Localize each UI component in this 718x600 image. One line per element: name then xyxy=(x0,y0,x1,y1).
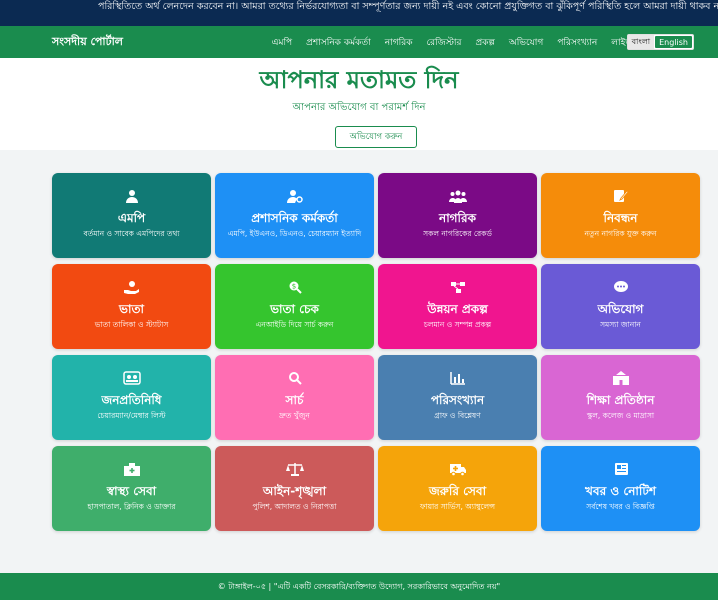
complain-button[interactable]: অভিযোগ করুন xyxy=(335,126,417,148)
feature-card-11[interactable]: পরিসংখ্যান গ্রাফ ও বিশ্লেষণ xyxy=(378,355,537,440)
feature-card-3[interactable]: নাগরিক সকল নাগরিকের রেকর্ড xyxy=(378,173,537,258)
nav-link-statistics[interactable]: পরিসংখ্যান xyxy=(557,35,597,50)
feature-card-13[interactable]: স্বাস্থ্য সেবা হাসপাতাল, ক্লিনিক ও ডাক্তা… xyxy=(52,446,211,531)
notice-ticker: পরিস্থিতিতে অর্থ লেনদেন করবেন না। আমরা ত… xyxy=(0,0,718,26)
lang-bangla-button[interactable]: বাংলা xyxy=(627,35,655,49)
feature-card-6[interactable]: $ ভাতা চেক এনআইডি দিয়ে সার্চ করুন xyxy=(215,264,374,349)
feature-card-14[interactable]: আইন-শৃঙ্খলা পুলিশ, আদালত ও নিরাপত্তা xyxy=(215,446,374,531)
nav-link-projects[interactable]: প্রকল্প xyxy=(475,35,494,50)
lang-english-button[interactable]: English xyxy=(654,35,693,49)
card-description: সকল নাগরিকের রেকর্ড xyxy=(423,229,492,238)
hero-subtitle: আপনার অভিযোগ বা পরামর্শ দিন xyxy=(292,102,426,113)
feature-card-9[interactable]: জনপ্রতিনিধি চেয়ারম্যান/মেম্বার লিস্ট xyxy=(52,355,211,440)
card-title: নাগরিক xyxy=(439,211,476,225)
card-title: সার্চ xyxy=(285,393,304,407)
feature-card-5[interactable]: ভাতা ভাতা তালিকা ও স্ট্যাটাস xyxy=(52,264,211,349)
card-description: বর্তমান ও সাবেক এমপিদের তথ্য xyxy=(83,229,180,238)
card-description: স্কুল, কলেজ ও মাদ্রাসা xyxy=(586,411,655,420)
card-description: গ্রাফ ও বিশ্লেষণ xyxy=(434,411,481,420)
card-description: এমপি, ইউএনও, ডিএনও, চেয়ারম্যান ইত্যাদি xyxy=(227,229,362,238)
feature-card-12[interactable]: শিক্ষা প্রতিষ্ঠান স্কুল, কলেজ ও মাদ্রাসা xyxy=(541,355,700,440)
feature-card-10[interactable]: সার্চ দ্রুত খুঁজুন xyxy=(215,355,374,440)
card-description: পুলিশ, আদালত ও নিরাপত্তা xyxy=(252,502,337,511)
nav-link-officials[interactable]: প্রশাসনিক কর্মকর্তা xyxy=(306,35,371,50)
feature-card-8[interactable]: অভিযোগ সমস্যা জানান xyxy=(541,264,700,349)
users-icon xyxy=(378,189,537,205)
nav-links: এমপি প্রশাসনিক কর্মকর্তা নাগরিক রেজিস্টা… xyxy=(272,26,632,58)
card-description: এনআইডি দিয়ে সার্চ করুন xyxy=(255,320,334,329)
card-title: এমপি xyxy=(117,211,146,225)
card-description: সমস্যা জানান xyxy=(600,320,641,329)
feature-card-15[interactable]: জরুরি সেবা ফায়ার সার্ভিস, অ্যাম্বুলেন্স xyxy=(378,446,537,531)
search-dollar-icon: $ xyxy=(215,280,374,296)
card-title: ভাতা চেক xyxy=(270,302,319,316)
card-title: প্রশাসনিক কর্মকর্তা xyxy=(251,211,338,225)
scale-icon xyxy=(215,462,374,478)
comment-dots-icon xyxy=(541,280,700,296)
hospital-icon xyxy=(52,462,211,478)
newspaper-icon xyxy=(541,462,700,478)
card-title: স্বাস্থ্য সেবা xyxy=(106,484,157,498)
feature-card-16[interactable]: খবর ও নোটিশ সর্বশেষ খবর ও বিজ্ঞপ্তি xyxy=(541,446,700,531)
footer: © টাঙ্গাইল-০৫ | "এটি একটি বেসরকারি/ব্যক্… xyxy=(0,573,718,600)
id-card-icon xyxy=(52,371,211,387)
card-title: আইন-শৃঙ্খলা xyxy=(262,484,327,498)
user-gear-icon xyxy=(215,189,374,205)
feature-card-4[interactable]: নিবন্ধন নতুন নাগরিক যুক্ত করুন xyxy=(541,173,700,258)
card-title: উন্নয়ন প্রকল্প xyxy=(427,302,488,316)
brand-logo-text[interactable]: সংসদীয় পোর্টাল xyxy=(52,26,123,58)
card-title: অভিযোগ xyxy=(597,302,644,316)
card-description: ফায়ার সার্ভিস, অ্যাম্বুলেন্স xyxy=(419,502,496,511)
chart-bar-icon xyxy=(378,371,537,387)
nav-link-register[interactable]: রেজিস্টার xyxy=(427,35,462,50)
hero-title: আপনার মতামত দিন xyxy=(259,66,459,94)
edit-icon xyxy=(541,189,700,205)
hand-coin-icon xyxy=(52,280,211,296)
card-description: চেয়ারম্যান/মেম্বার লিস্ট xyxy=(97,411,166,420)
feature-grid: এমপি বর্তমান ও সাবেক এমপিদের তথ্য প্রশাসনি… xyxy=(52,173,700,531)
card-title: জরুরি সেবা xyxy=(428,484,487,498)
card-description: দ্রুত খুঁজুন xyxy=(279,411,310,420)
search-icon xyxy=(215,371,374,387)
school-icon xyxy=(541,371,700,387)
card-title: পরিসংখ্যান xyxy=(430,393,485,407)
card-title: জনপ্রতিনিধি xyxy=(101,393,162,407)
card-description: ভাতা তালিকা ও স্ট্যাটাস xyxy=(94,320,169,329)
feature-card-1[interactable]: এমপি বর্তমান ও সাবেক এমপিদের তথ্য xyxy=(52,173,211,258)
project-diagram-icon xyxy=(378,280,537,296)
card-description: হাসপাতাল, ক্লিনিক ও ডাক্তার xyxy=(87,502,176,511)
card-description: চলমান ও সম্পন্ন প্রকল্প xyxy=(423,320,492,329)
card-description: নতুন নাগরিক যুক্ত করুন xyxy=(584,229,657,238)
card-title: খবর ও নোটিশ xyxy=(585,484,656,498)
feature-card-2[interactable]: প্রশাসনিক কর্মকর্তা এমপি, ইউএনও, ডিএনও, চ… xyxy=(215,173,374,258)
user-tie-icon xyxy=(52,189,211,205)
nav-link-complaints[interactable]: অভিযোগ xyxy=(509,35,543,50)
hero-section: আপনার মতামত দিন আপনার অভিযোগ বা পরামর্শ … xyxy=(0,58,718,150)
card-title: নিবন্ধন xyxy=(603,211,638,225)
nav-link-citizens[interactable]: নাগরিক xyxy=(385,35,413,50)
ambulance-icon xyxy=(378,462,537,478)
top-navbar: সংসদীয় পোর্টাল এমপি প্রশাসনিক কর্মকর্তা… xyxy=(0,26,718,58)
card-title: ভাতা xyxy=(119,302,144,316)
nav-link-mp[interactable]: এমপি xyxy=(272,35,293,50)
feature-card-7[interactable]: উন্নয়ন প্রকল্প চলমান ও সম্পন্ন প্রকল্প xyxy=(378,264,537,349)
card-title: শিক্ষা প্রতিষ্ঠান xyxy=(586,393,655,407)
svg-text:$: $ xyxy=(291,283,295,291)
language-switcher: বাংলা English xyxy=(626,34,694,50)
card-description: সর্বশেষ খবর ও বিজ্ঞপ্তি xyxy=(586,502,655,511)
